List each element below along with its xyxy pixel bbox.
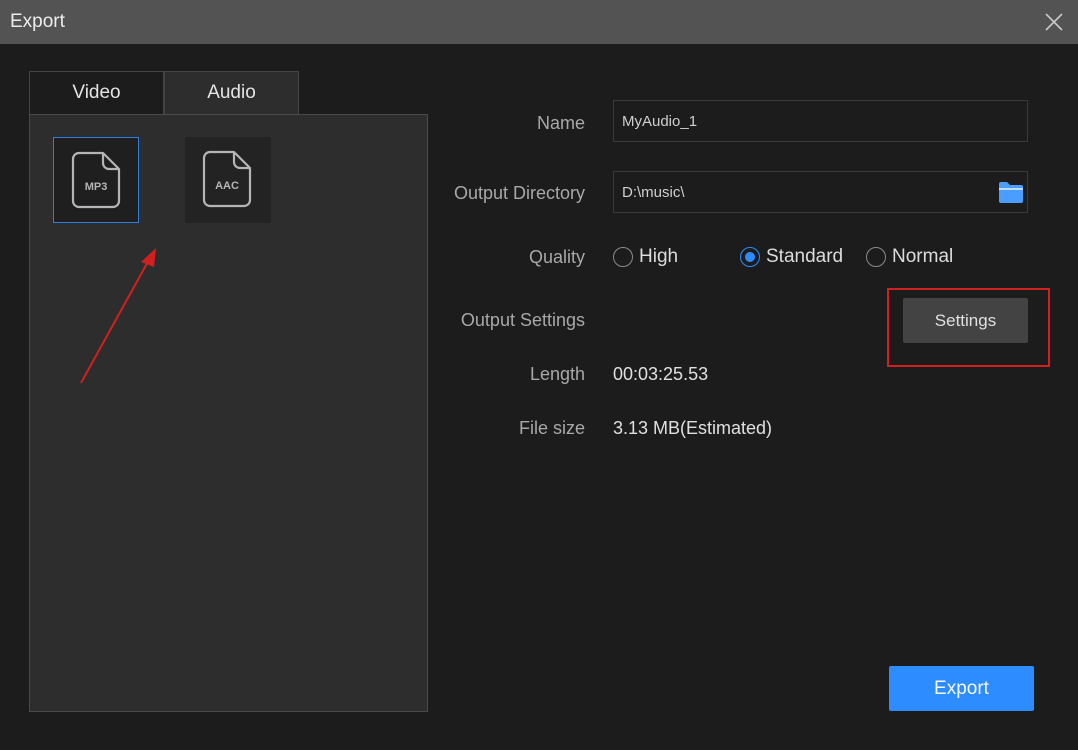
file-size-label: File size xyxy=(518,418,585,438)
svg-text:MP3: MP3 xyxy=(85,181,108,193)
aac-file-icon: AAC xyxy=(202,150,252,208)
radio-label: Standard xyxy=(766,246,844,267)
annotation-arrow xyxy=(80,248,156,384)
name-input[interactable] xyxy=(613,100,1028,142)
format-mp3[interactable]: MP3 xyxy=(53,137,139,223)
file-size-value: 3.13 MB(Estimated) xyxy=(613,418,773,438)
folder-icon[interactable] xyxy=(998,180,1024,204)
radio-label: High xyxy=(639,246,679,267)
radio-circle xyxy=(613,247,633,267)
quality-standard-radio[interactable]: Standard xyxy=(740,246,843,268)
quality-label: Quality xyxy=(528,247,585,267)
tab-audio[interactable]: Audio xyxy=(164,71,299,115)
quality-high-radio[interactable]: High xyxy=(613,246,678,268)
format-aac[interactable]: AAC xyxy=(185,137,271,223)
radio-circle-selected xyxy=(740,247,760,267)
tab-video[interactable]: Video xyxy=(29,71,164,114)
radio-circle xyxy=(866,247,886,267)
svg-text:AAC: AAC xyxy=(215,180,239,192)
length-label: Length xyxy=(529,364,585,384)
output-directory-input[interactable] xyxy=(613,171,1028,213)
output-settings-label: Output Settings xyxy=(460,310,585,330)
name-label: Name xyxy=(536,113,585,133)
close-button[interactable] xyxy=(1042,10,1066,34)
output-directory-label: Output Directory xyxy=(453,183,585,203)
title-bar: Export xyxy=(0,0,1078,44)
quality-normal-radio[interactable]: Normal xyxy=(866,246,953,268)
close-icon xyxy=(1045,13,1063,31)
mp3-file-icon: MP3 xyxy=(71,151,121,209)
radio-label: Normal xyxy=(892,246,954,267)
export-button[interactable]: Export xyxy=(889,666,1034,711)
window-title: Export xyxy=(10,11,65,32)
settings-button[interactable]: Settings xyxy=(903,298,1028,343)
length-value: 00:03:25.53 xyxy=(613,364,709,384)
